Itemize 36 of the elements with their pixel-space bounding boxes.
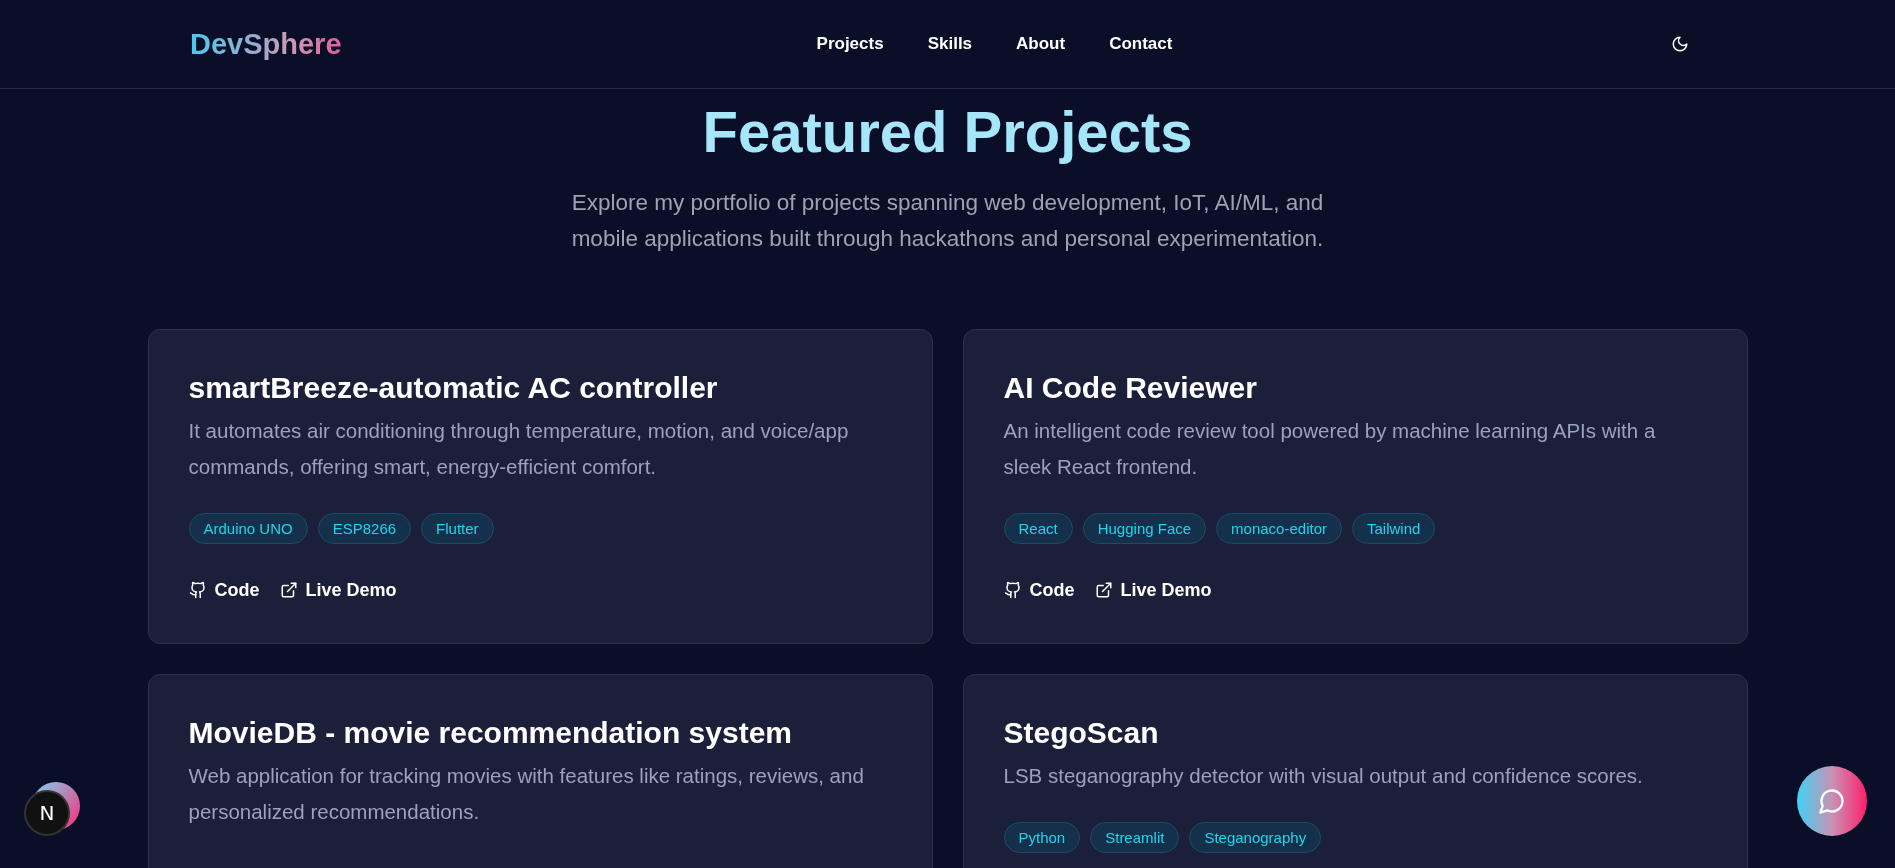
tech-tag: React	[1003, 512, 1073, 544]
moon-icon	[1671, 35, 1689, 53]
project-description: Web application for tracking movies with features like ratings, reviews, and personalized recommendations.	[188, 762, 865, 825]
demo-link[interactable]: Live Demo	[1094, 579, 1212, 601]
chat-bubble-icon	[1818, 787, 1846, 815]
project-title: MovieDB - movie recommendation system	[188, 714, 793, 751]
tech-tag: Tailwind	[1352, 512, 1436, 544]
github-icon	[188, 581, 207, 600]
project-title: StegoScan	[1003, 714, 1160, 751]
external-link-icon	[279, 581, 298, 600]
tech-tag: ESP8266	[317, 512, 412, 544]
github-icon	[1003, 581, 1022, 600]
tech-tag: monaco-editor	[1216, 512, 1342, 544]
tech-tag: Python	[1003, 821, 1081, 853]
code-link[interactable]: Code	[188, 579, 260, 601]
project-title: smartBreeze-automatic AC controller	[188, 369, 719, 406]
tech-tag: Arduino UNO	[188, 512, 308, 544]
external-link-icon	[1094, 581, 1113, 600]
tech-tag: Steganography	[1189, 821, 1322, 853]
project-title: AI Code Reviewer	[1003, 369, 1258, 406]
code-link[interactable]: Code	[1003, 579, 1075, 601]
tech-tag: Flutter	[421, 512, 494, 544]
section-title: Featured Projects	[702, 98, 1193, 166]
nav-link[interactable]: Contact	[1109, 34, 1173, 54]
nav-link[interactable]: About	[1016, 34, 1066, 54]
nav-link[interactable]: Skills	[927, 34, 973, 54]
tech-tag: Streamlit	[1090, 821, 1180, 853]
project-description: An intelligent code review tool powered by machine learning APIs with a sleek React frontend.	[1003, 417, 1657, 480]
section-subtitle: Explore my portfolio of projects spanning web development, IoT, AI/ML, and mobile applications built through hackathons and personal experimentation.	[570, 188, 1325, 253]
demo-link[interactable]: Live Demo	[279, 579, 397, 601]
project-description: LSB steganography detector with visual output and confidence scores.	[1003, 762, 1644, 789]
tech-tag: Hugging Face	[1082, 512, 1207, 544]
nav-link[interactable]: Projects	[816, 34, 884, 54]
dev-tools-button[interactable]: N	[24, 790, 70, 836]
project-description: It automates air conditioning through temperature, motion, and voice/app commands, offering smart, energy-efficient comfort.	[188, 417, 850, 480]
theme-toggle-button[interactable]	[1671, 35, 1689, 53]
